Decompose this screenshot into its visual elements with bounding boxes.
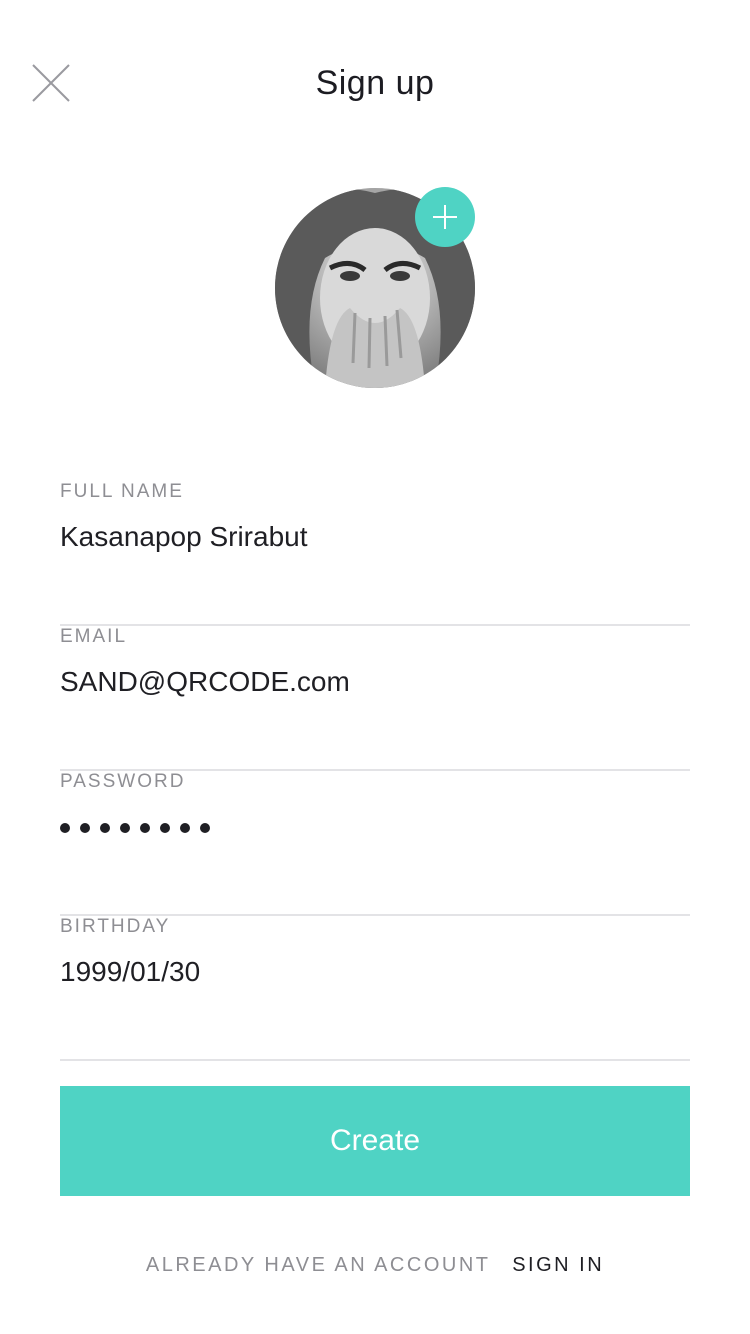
page-title: Sign up — [315, 64, 435, 102]
birthday-field: BIRTHDAY — [60, 916, 690, 1061]
birthday-input[interactable] — [60, 956, 690, 988]
add-photo-button[interactable] — [415, 187, 475, 247]
password-dot — [100, 823, 110, 833]
full-name-input[interactable] — [60, 521, 690, 553]
email-label: EMAIL — [60, 626, 128, 647]
password-dot — [120, 823, 130, 833]
password-dot — [60, 823, 70, 833]
full-name-label: FULL NAME — [60, 481, 184, 502]
email-field: EMAIL — [60, 626, 690, 771]
footer: ALREADY HAVE AN ACCOUNT SIGN IN — [0, 1254, 750, 1277]
plus-icon — [433, 205, 457, 229]
password-dot — [160, 823, 170, 833]
email-input[interactable] — [60, 666, 690, 698]
password-dot — [180, 823, 190, 833]
password-input[interactable] — [60, 823, 210, 833]
password-dot — [200, 823, 210, 833]
avatar-container — [275, 187, 475, 388]
sign-in-link[interactable]: SIGN IN — [512, 1254, 604, 1276]
create-button[interactable]: Create — [60, 1086, 690, 1196]
password-dot — [80, 823, 90, 833]
birthday-label: BIRTHDAY — [60, 916, 171, 937]
password-dot — [140, 823, 150, 833]
password-label: PASSWORD — [60, 771, 186, 792]
password-field[interactable]: PASSWORD — [60, 771, 690, 916]
full-name-field: FULL NAME — [60, 481, 690, 626]
already-have-account-text: ALREADY HAVE AN ACCOUNT — [145, 1254, 491, 1276]
